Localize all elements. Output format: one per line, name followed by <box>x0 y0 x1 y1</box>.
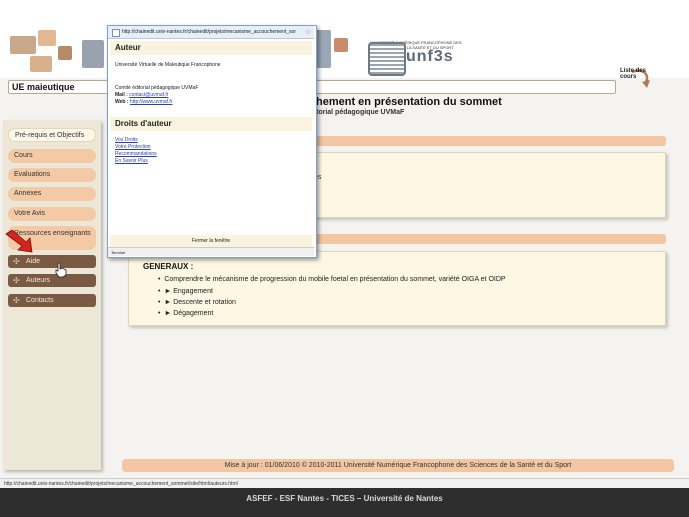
page-icon <box>112 29 120 37</box>
sidebar: Pré-requis et Objectifs Cours Evaluation… <box>3 120 101 470</box>
sidebar-item-votre-avis[interactable]: Votre Avis <box>8 207 96 221</box>
close-window-button[interactable]: Fermer la fenêtre <box>110 235 312 247</box>
mail-label: Mail : <box>115 92 128 98</box>
header-photo-6 <box>315 30 331 68</box>
header-photo-7 <box>334 38 348 52</box>
mail-row: Mail : contact@uvmaf.fr <box>115 92 168 98</box>
sidebar-item-aide[interactable]: ✣ Aide <box>8 255 96 268</box>
general-objectives-title: GENERAUX : <box>143 262 194 271</box>
sidebar-item-annexes[interactable]: Annexes <box>8 187 96 201</box>
popup-statusbar: Terminé <box>108 247 314 256</box>
star-icon[interactable]: ☆ <box>305 26 311 38</box>
logo-mark-icon <box>368 42 406 76</box>
committee-text: Comité éditorial pédagogique UVMaF <box>115 85 199 91</box>
web-row: Web : http://www.uvmaf.fr <box>115 99 172 105</box>
header-photo-3 <box>30 56 52 72</box>
section-strip-2 <box>314 234 666 244</box>
web-label: Web : <box>115 99 129 105</box>
page-subtitle: torial pédagogique UVMaF <box>316 109 405 116</box>
objective-text: ► Descente et rotation <box>164 299 236 306</box>
liste-des-cours-link[interactable]: Liste des cours <box>620 68 650 80</box>
mail-link[interactable]: contact@uvmaf.fr <box>129 92 168 98</box>
authors-popup-window: http://chainedit.univ-nantes.fr/chainedi… <box>107 25 317 258</box>
red-arrow-pointer-icon <box>5 230 33 253</box>
objective-text: Comprendre le mécanisme de progression d… <box>164 276 506 283</box>
header-photo-4 <box>58 46 72 60</box>
plus-icon: ✣ <box>13 276 20 285</box>
objective-item: • ► Engagement <box>158 288 213 295</box>
section-strip-1 <box>314 136 666 146</box>
rights-heading: Droits d'auteur <box>110 117 312 131</box>
browser-statusbar: http://chainedit.univ-nantes.fr/chainedi… <box>0 478 689 488</box>
sidebar-item-label: Aide <box>26 258 41 265</box>
plus-icon: ✣ <box>13 257 20 266</box>
popup-url-bar[interactable]: http://chainedit.univ-nantes.fr/chainedi… <box>108 26 314 39</box>
objective-text: ► Dégagement <box>164 310 214 317</box>
sidebar-item-contacts[interactable]: ✣ Contacts <box>8 294 96 307</box>
objective-item: • ► Dégagement <box>158 310 214 317</box>
header-photo-1 <box>10 36 36 54</box>
plus-icon: ✣ <box>13 296 20 305</box>
sidebar-item-evaluations[interactable]: Evaluations <box>8 168 96 182</box>
hand-cursor-icon <box>55 262 67 278</box>
sidebar-item-auteurs[interactable]: ✣ Auteurs <box>8 274 96 287</box>
page: UNIVERSITÉ NUMÉRIQUE FRANCOPHONE DES SCI… <box>0 0 689 488</box>
page-title: hement en présentation du sommet <box>316 96 502 108</box>
link-votre-protection[interactable]: Votre Protection <box>115 144 151 150</box>
popup-url-text: http://chainedit.univ-nantes.fr/chainedi… <box>122 29 296 35</box>
header-banner: UNIVERSITÉ NUMÉRIQUE FRANCOPHONE DES SCI… <box>0 0 689 88</box>
content-box-1 <box>314 152 666 218</box>
objective-text: ► Engagement <box>164 288 213 295</box>
sidebar-item-prerequis[interactable]: Pré-requis et Objectifs <box>8 128 96 142</box>
author-name: Université Virtuelle de Maïeutique Franc… <box>115 62 221 68</box>
unf3s-logo: UNIVERSITÉ NUMÉRIQUE FRANCOPHONE DES SCI… <box>368 40 464 76</box>
bottom-caption: ASFEF - ESF Nantes - TICES – Université … <box>0 488 689 517</box>
header-photo-5 <box>82 40 104 68</box>
link-recommandations[interactable]: Recommandations <box>115 151 157 157</box>
objective-item: • Comprendre le mécanisme de progression… <box>158 276 506 283</box>
web-link[interactable]: http://www.uvmaf.fr <box>130 99 173 105</box>
logo-text: unf3s <box>406 48 454 65</box>
header-photo-2 <box>38 30 56 46</box>
objective-item: • ► Descente et rotation <box>158 299 236 306</box>
link-vos-droits[interactable]: Vos Droits <box>115 137 138 143</box>
sidebar-item-cours[interactable]: Cours <box>8 149 96 163</box>
footer-update: Mise à jour : 01/06/2010 © 2010-2011 Uni… <box>122 459 674 472</box>
link-en-savoir-plus[interactable]: En Savoir Plus <box>115 158 148 164</box>
sidebar-item-label: Contacts <box>26 297 54 304</box>
author-heading: Auteur <box>110 41 312 55</box>
sidebar-item-label: Auteurs <box>26 277 51 284</box>
